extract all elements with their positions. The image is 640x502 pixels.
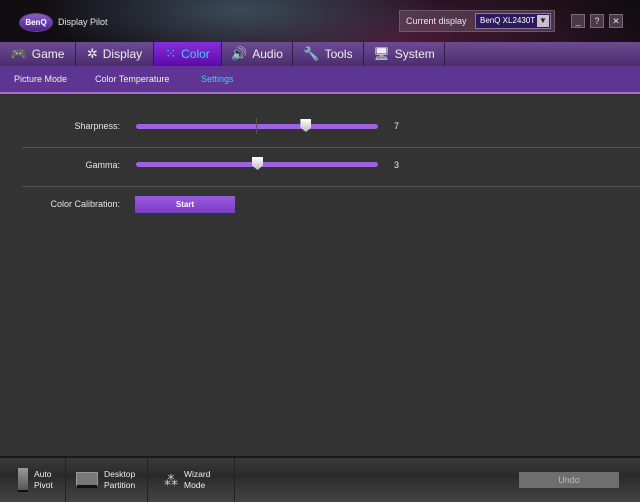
speaker-icon: 🔊 bbox=[231, 46, 248, 61]
sharpness-value: 7 bbox=[394, 121, 400, 131]
slider-midpoint-tick bbox=[256, 118, 257, 134]
gamma-label: Gamma: bbox=[85, 160, 120, 170]
sub-tabs: Picture Mode Color Temperature Settings bbox=[0, 66, 640, 94]
gamepad-icon: 🎮 bbox=[10, 46, 27, 61]
wizard-mode-button[interactable]: ⁂ Wizard Mode bbox=[148, 458, 235, 502]
desktop-partition-label: Desktop Partition bbox=[104, 469, 136, 490]
help-button[interactable]: ? bbox=[590, 14, 604, 28]
monitor-partition-icon bbox=[76, 472, 98, 488]
current-display-value: BenQ XL2430T bbox=[480, 16, 536, 25]
tab-tools[interactable]: 🔧 Tools bbox=[293, 42, 364, 66]
calibration-start-button[interactable]: Start bbox=[135, 196, 235, 213]
auto-pivot-label: Auto Pivot bbox=[34, 469, 53, 490]
wizard-mode-label: Wizard Mode bbox=[184, 469, 211, 490]
main-tabs: 🎮 Game ✲ Display ⁙ Color 🔊 Audio 🔧 Tools… bbox=[0, 42, 640, 67]
divider bbox=[22, 147, 640, 148]
tab-color[interactable]: ⁙ Color bbox=[154, 42, 222, 66]
app-title: Display Pilot bbox=[58, 17, 108, 27]
desktop-partition-button[interactable]: Desktop Partition bbox=[66, 458, 148, 502]
tab-label: Audio bbox=[252, 47, 283, 61]
minimize-button[interactable]: _ bbox=[571, 14, 585, 28]
tab-label: Tools bbox=[324, 47, 353, 61]
chevron-down-icon[interactable]: ▼ bbox=[537, 15, 549, 27]
subtab-color-temperature[interactable]: Color Temperature bbox=[95, 74, 169, 84]
settings-panel bbox=[0, 94, 640, 456]
display-icon: ✲ bbox=[86, 46, 98, 61]
magic-wand-icon: ⁂ bbox=[164, 471, 178, 488]
close-button[interactable]: ✕ bbox=[609, 14, 623, 28]
tab-label: Game bbox=[31, 47, 65, 61]
divider bbox=[22, 186, 640, 187]
tab-label: Display bbox=[102, 47, 143, 61]
auto-pivot-button[interactable]: Auto Pivot bbox=[0, 458, 66, 502]
sharpness-slider[interactable] bbox=[136, 118, 378, 134]
tab-audio[interactable]: 🔊 Audio bbox=[222, 42, 293, 66]
title-bar: BenQ Display Pilot Current display BenQ … bbox=[0, 0, 640, 42]
tab-label: System bbox=[394, 47, 435, 61]
tab-label: Color bbox=[181, 47, 210, 61]
subtab-settings[interactable]: Settings bbox=[201, 74, 234, 84]
current-display-panel: Current display BenQ XL2430T ▼ bbox=[399, 10, 555, 32]
undo-button[interactable]: Undo bbox=[519, 472, 619, 488]
color-calibration-label: Color Calibration: bbox=[50, 199, 120, 209]
color-dots-icon: ⁙ bbox=[165, 46, 177, 61]
tab-display[interactable]: ✲ Display bbox=[76, 42, 154, 66]
tab-game[interactable]: 🎮 Game bbox=[0, 42, 76, 66]
computer-icon: 🖥 bbox=[373, 46, 390, 61]
subtab-picture-mode[interactable]: Picture Mode bbox=[14, 74, 67, 84]
gamma-slider[interactable] bbox=[136, 157, 378, 170]
tab-system[interactable]: 🖥 System bbox=[364, 42, 445, 66]
gamma-value: 3 bbox=[394, 160, 400, 170]
benq-logo: BenQ bbox=[20, 14, 52, 31]
current-display-select[interactable]: BenQ XL2430T ▼ bbox=[475, 13, 551, 29]
current-display-label: Current display bbox=[406, 16, 467, 26]
sharpness-label: Sharpness: bbox=[74, 121, 120, 131]
monitor-portrait-icon bbox=[18, 468, 28, 492]
wrench-icon: 🔧 bbox=[303, 46, 320, 61]
